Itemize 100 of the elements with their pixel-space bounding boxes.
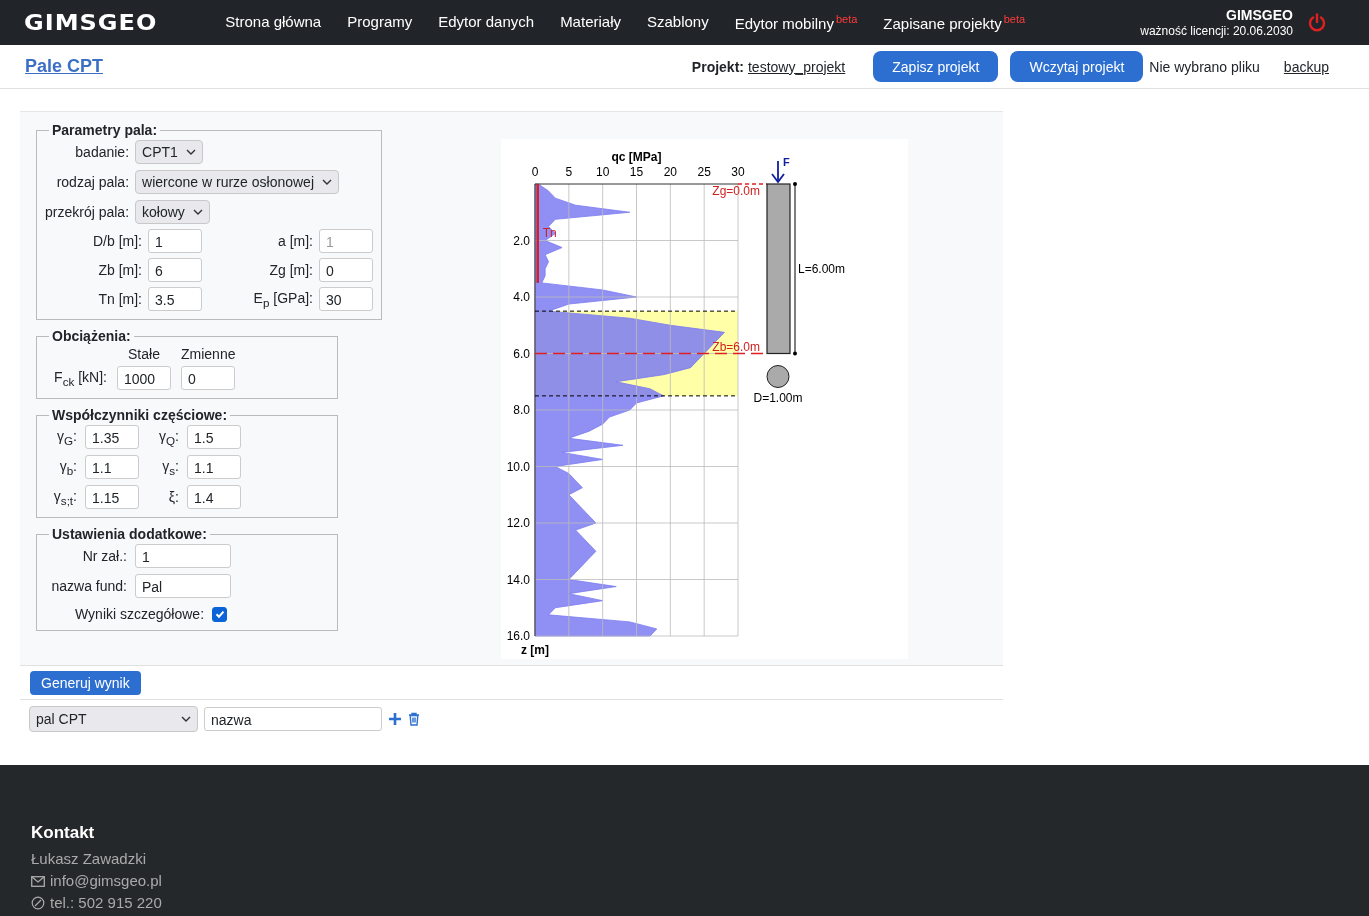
series-label: Tn [542,226,557,241]
axis-tick-label: 25 [697,165,711,179]
field-label: D/b [m]: [92,233,142,249]
input-field[interactable]: 30 [319,287,373,311]
axis-title: z [m] [521,643,549,657]
nav-link[interactable]: Edytor mobilny$^{beta}$ [734,13,858,32]
license-text: ważność licencji: 20.06.2030 [1140,23,1293,39]
name-input-field[interactable]: nazwa [204,707,382,731]
input-field[interactable]: Pal [135,574,231,598]
dropdown[interactable]: pal CPT [29,706,198,732]
input-field[interactable]: 6 [148,258,202,282]
axis-tick-label: 14.0 [506,572,530,587]
field-label: nazwa fund: [50,578,127,594]
checkmark-icon [213,608,226,620]
project-button[interactable]: Zapisz projekt [873,51,999,82]
field-label: F$_{ck}$ [kN]: [53,368,107,388]
chart-annotation: Zb=6.0m [712,339,760,354]
chart-annotation: F [783,156,790,168]
input-field[interactable]: 0 [319,258,373,282]
group-legend: Ustawienia dodatkowe: [49,526,210,542]
group-legend: Współczynniki częściowe: [49,407,231,423]
field-label: przekrój pala: [45,204,130,220]
axis-tick-label: 8.0 [513,403,530,417]
input-field[interactable]: 1.1 [85,455,139,479]
trash-icon[interactable] [408,712,420,726]
dropdown[interactable]: CPT1 [135,140,203,164]
axis-tick-label: 12.0 [506,516,530,530]
input-field[interactable]: 3.5 [148,287,202,311]
page-title-link[interactable]: Pale CPT [25,56,104,77]
axis-tick-label: 20 [663,165,677,179]
group-legend: Parametry pala: [49,122,161,138]
chevron-down-icon [322,179,332,185]
chevron-down-icon [181,716,191,722]
file-status: Nie wybrano pliku [1149,58,1260,75]
input-field[interactable]: 1 [135,544,231,568]
field-label: γ$_{Q}$: [158,427,179,447]
logo[interactable]: GIMSGEO [24,10,158,35]
nav-link[interactable]: Edytor danych [438,13,535,32]
axis-tick-label: 10.0 [506,459,530,474]
field-label: rodzaj pala: [55,174,130,190]
pile-section-drawing [766,365,790,388]
field-label: Zg [m]: [268,262,313,278]
checkbox[interactable] [212,606,228,622]
input-field[interactable]: 1.4 [187,485,241,509]
group-legend: Obciążenia: [49,328,134,344]
axis-tick-label: 2.0 [513,233,530,248]
project-button[interactable]: Wczytaj projekt [1010,51,1144,82]
contact-name: Łukasz Zawadzki [31,849,147,869]
axis-title: qc [MPa] [611,150,662,164]
nav-link[interactable]: Materiały [560,13,621,32]
field-label: Nr zał.: [81,548,127,564]
axis-tick-label: 6.0 [513,346,530,361]
backup-link[interactable]: backup [1283,58,1329,75]
input-field[interactable]: 1 [148,229,202,253]
input-field[interactable]: 1.15 [85,485,139,509]
phone-icon [31,896,45,910]
field-label: badanie: [74,144,130,160]
contact-email: info@gimsgeo.pl [50,871,162,891]
dropdown[interactable]: kołowy [135,200,210,224]
nav-link[interactable]: Zapisane projekty$^{beta}$ [883,13,1026,32]
input-field[interactable]: 1000 [117,366,171,390]
axis-tick-label: 0 [531,165,539,179]
chart-annotation: Zg=0.0m [712,184,760,198]
field-label: E$_{p}$ [GPa]: [252,289,313,309]
axis-tick-label: 4.0 [513,290,530,304]
field-label: Zb [m]: [97,262,142,278]
field-label: γ$_{s;t}$: [52,487,77,507]
axis-tick-label: 10 [596,165,610,179]
envelope-icon [31,875,45,887]
nav-link[interactable]: Programy [347,13,413,32]
field-label: γ$_{b}$: [58,457,77,477]
plus-icon[interactable] [388,712,402,726]
field-label: ξ: [167,489,179,505]
field-label: a [m]: [277,233,313,249]
axis-tick-label: 16.0 [506,629,530,643]
nav-link[interactable]: Szablony [647,13,709,32]
chevron-down-icon [192,209,203,215]
input-field[interactable]: 1.5 [187,425,241,449]
force-arrow-icon [771,160,785,184]
column-header: Stałe [127,346,161,362]
field-label: γ$_{G}$: [56,427,77,447]
chart-annotation: L=6.00m [798,261,846,276]
axis-tick-label: 5 [565,165,573,179]
user-name: GIMSGEO [1226,6,1293,24]
axis-tick-label: 15 [629,165,644,179]
axis-tick-label: 30 [731,165,745,179]
dropdown[interactable]: wiercone w rurze osłonowej [135,170,339,194]
input-field[interactable]: 1.1 [187,455,241,479]
contact-phone: tel.: 502 915 220 [50,893,162,913]
checkbox-label: Wyniki szczegółowe: [75,606,205,622]
column-header: Zmienne [181,346,235,362]
power-icon[interactable] [1307,12,1327,33]
footer-heading: Kontakt [31,823,95,843]
input-field[interactable]: 1.35 [85,425,139,449]
nav-link[interactable]: Strona główna [225,13,322,32]
input-field[interactable]: 0 [181,366,235,390]
project-name-link[interactable]: testowy_projekt [748,58,846,75]
field-label: γ$_{s}$: [161,457,179,477]
generate-button[interactable]: Generuj wynik [30,671,141,695]
chevron-down-icon [185,149,196,155]
